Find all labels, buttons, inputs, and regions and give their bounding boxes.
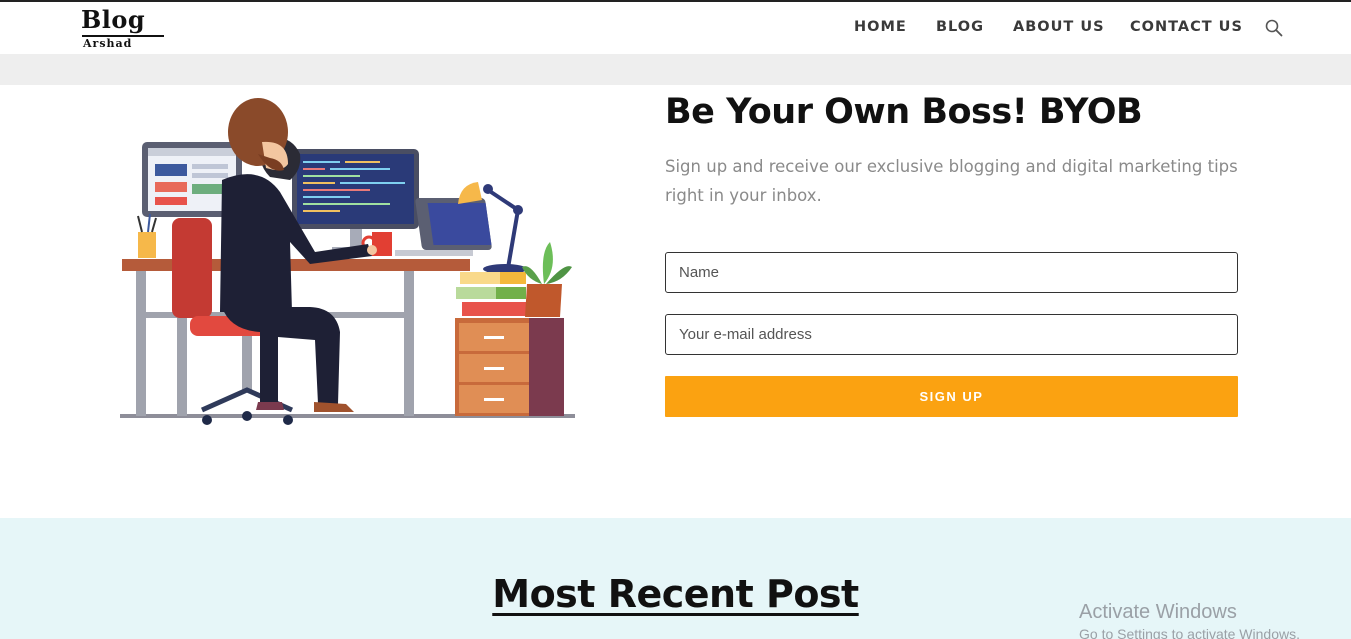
hero-title: Be Your Own Boss! BYOB [665, 92, 1143, 132]
search-icon[interactable] [1265, 19, 1283, 37]
sign-up-button[interactable]: SIGN UP [665, 376, 1238, 417]
hero-description: Sign up and receive our exclusive bloggi… [665, 157, 1238, 205]
main-nav: HOME BLOG ABOUT US CONTACT US [0, 2, 1351, 54]
nav-home[interactable]: HOME [854, 19, 907, 35]
activate-windows-subtitle: Go to Settings to activate Windows. [1079, 626, 1300, 639]
activate-windows-title: Activate Windows [1079, 601, 1237, 623]
nav-about-us[interactable]: ABOUT US [1013, 19, 1105, 35]
blogger-desk-illustration [120, 98, 575, 425]
nav-blog[interactable]: BLOG [936, 19, 984, 35]
nav-contact-us[interactable]: CONTACT US [1130, 19, 1243, 35]
email-field[interactable] [665, 314, 1238, 355]
name-field[interactable] [665, 252, 1238, 293]
recent-posts-title: Most Recent Post [492, 572, 859, 616]
header-band [0, 54, 1351, 85]
site-header: Blog Arshad HOME BLOG ABOUT US CONTACT U… [0, 2, 1351, 54]
